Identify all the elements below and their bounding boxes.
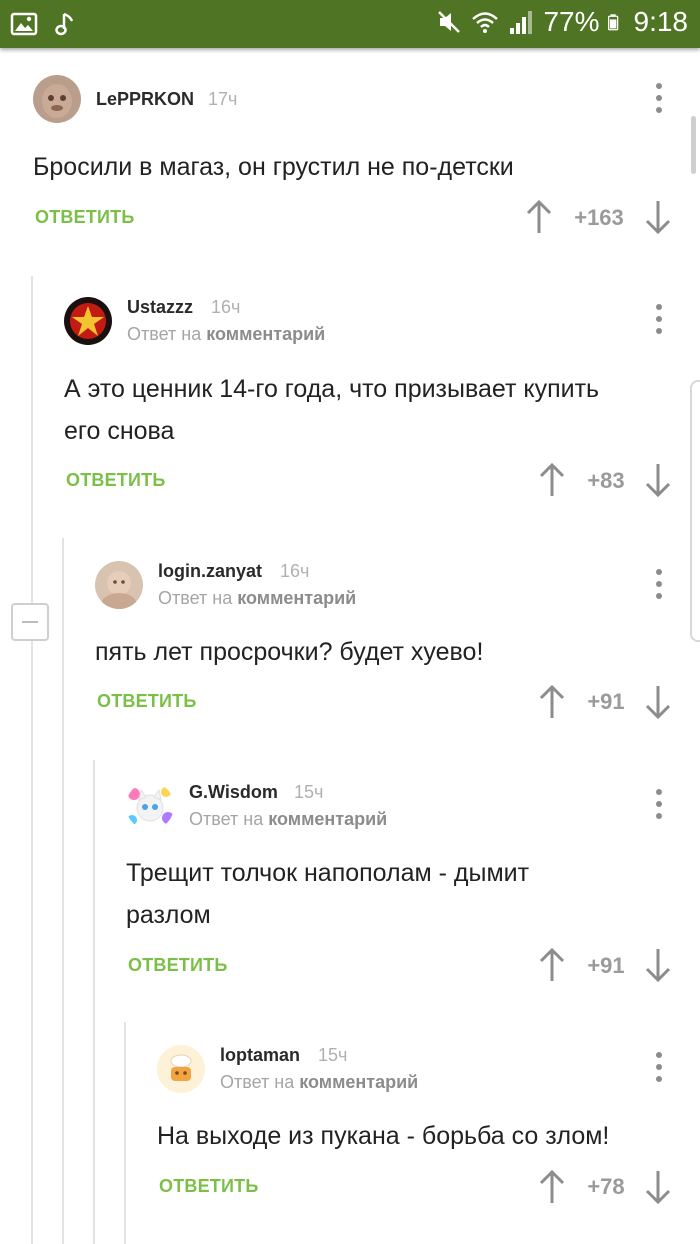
reply-button[interactable]: ОТВЕТИТЬ xyxy=(35,207,134,228)
upvote-arrow-icon[interactable] xyxy=(538,1169,566,1205)
comment-text: пять лет просрочки? будет хуево! xyxy=(95,638,484,666)
upvote-arrow-icon[interactable] xyxy=(525,199,553,235)
battery-percent: 77% xyxy=(543,6,600,37)
comment-text: Трещит толчок напополам - дымит разлом xyxy=(126,859,530,929)
more-options-icon[interactable] xyxy=(649,786,669,822)
reply-to-link[interactable]: комментарий xyxy=(268,809,387,829)
reply-button[interactable]: ОТВЕТИТЬ xyxy=(159,1176,258,1197)
status-bar: 77% 9:18 xyxy=(0,0,700,48)
clock: 9:18 xyxy=(633,6,689,37)
reply-to-link[interactable]: комментарий xyxy=(206,324,325,344)
downvote-arrow-icon[interactable] xyxy=(644,684,672,720)
battery-icon xyxy=(607,14,618,31)
signal-icon xyxy=(510,11,533,34)
reply-button[interactable]: ОТВЕТИТЬ xyxy=(128,955,227,976)
avatar[interactable] xyxy=(126,782,174,830)
upvote-arrow-icon[interactable] xyxy=(538,462,566,498)
reply-to-label: Ответ на комментарий xyxy=(220,1072,419,1092)
comment-score: +163 xyxy=(574,205,624,230)
upvote-arrow-icon[interactable] xyxy=(538,684,566,720)
comment-score: +91 xyxy=(587,953,625,978)
comment-author[interactable]: loptaman xyxy=(220,1045,300,1066)
downvote-arrow-icon[interactable] xyxy=(644,947,672,983)
reply-to-link[interactable]: комментарий xyxy=(237,588,356,608)
wifi-icon xyxy=(472,12,499,33)
collapse-thread-button[interactable] xyxy=(11,603,49,641)
mute-icon xyxy=(438,11,461,33)
comment-author[interactable]: LePPRKON xyxy=(96,89,194,110)
comment-score: +78 xyxy=(587,1174,625,1199)
more-options-icon[interactable] xyxy=(649,1049,669,1085)
comment-author[interactable]: login.zanyat xyxy=(158,561,262,582)
music-note-icon xyxy=(55,12,74,36)
avatar[interactable] xyxy=(95,561,143,609)
image-icon xyxy=(10,12,38,36)
scrollbar-thumb[interactable] xyxy=(691,116,696,174)
comment-text: На выходе из пукана - борьба со злом! xyxy=(157,1122,610,1150)
more-options-icon[interactable] xyxy=(649,301,669,337)
comment-score: +91 xyxy=(587,689,625,714)
reply-to-label: Ответ на комментарий xyxy=(189,809,388,829)
reply-to-label: Ответ на комментарий xyxy=(158,588,357,608)
avatar[interactable] xyxy=(64,297,112,345)
downvote-arrow-icon[interactable] xyxy=(644,462,672,498)
comment-author[interactable]: G.Wisdom xyxy=(189,782,278,803)
reply-button[interactable]: ОТВЕТИТЬ xyxy=(97,691,196,712)
comment-author[interactable]: Ustazzz xyxy=(127,297,193,318)
thread-line xyxy=(124,1022,126,1244)
comment-text: Бросили в магаз, он грустил не по-детски xyxy=(33,153,514,181)
thread-line xyxy=(93,760,95,1244)
comment-time: 17ч xyxy=(208,89,238,109)
comment-text: А это ценник 14-го года, что призывает к… xyxy=(64,375,600,445)
edge-panel-handle[interactable] xyxy=(690,380,700,642)
comment-time: 15ч xyxy=(294,782,324,802)
comment-time: 16ч xyxy=(211,297,241,317)
upvote-arrow-icon[interactable] xyxy=(538,947,566,983)
reply-button[interactable]: ОТВЕТИТЬ xyxy=(66,470,165,491)
avatar[interactable] xyxy=(157,1045,205,1093)
downvote-arrow-icon[interactable] xyxy=(644,1169,672,1205)
thread-line xyxy=(31,276,33,1244)
comment-score: +83 xyxy=(587,468,625,493)
downvote-arrow-icon[interactable] xyxy=(644,199,672,235)
more-options-icon[interactable] xyxy=(649,80,669,116)
avatar[interactable] xyxy=(33,75,81,123)
thread-line xyxy=(62,538,64,1244)
reply-to-link[interactable]: комментарий xyxy=(299,1072,418,1092)
more-options-icon[interactable] xyxy=(649,566,669,602)
comment-time: 15ч xyxy=(318,1045,348,1065)
reply-to-label: Ответ на комментарий xyxy=(127,324,326,344)
comment-time: 16ч xyxy=(280,561,310,581)
